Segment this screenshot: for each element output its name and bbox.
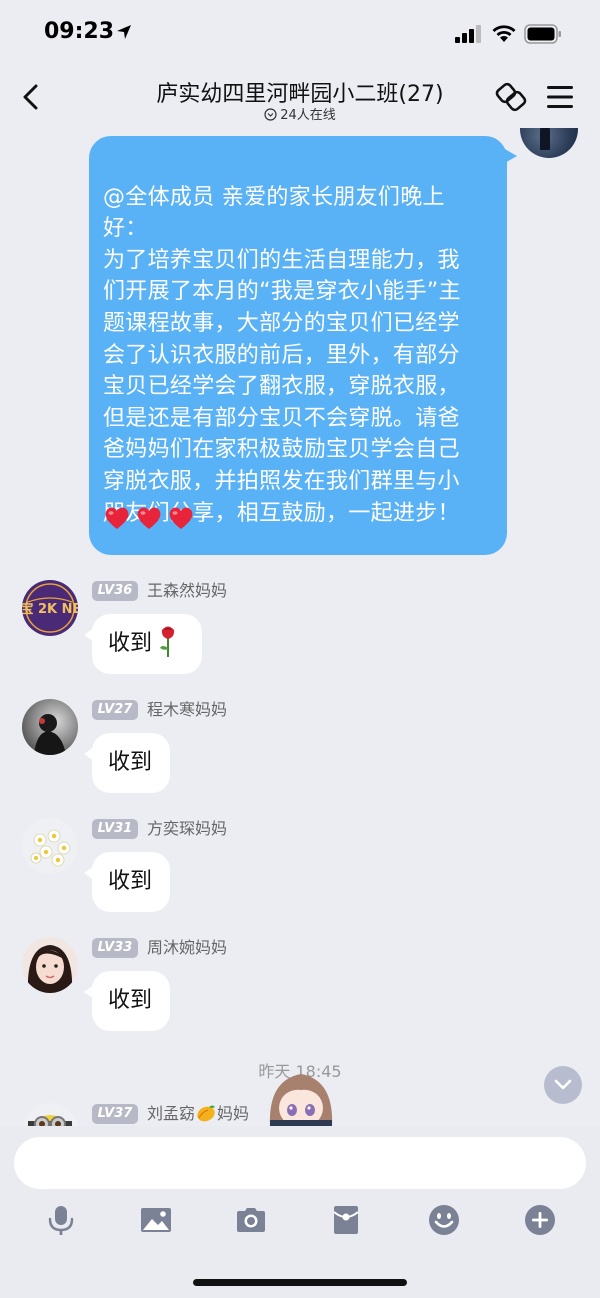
avatar[interactable] [22,818,78,874]
status-bar: 09:23 [0,0,600,66]
minion-avatar-icon [28,1115,72,1126]
heart-emoji-row [103,474,199,541]
red-heart-icon [169,507,193,530]
sender-name-prefix: 刘孟窈 [147,1104,196,1123]
anime-girl-sticker-icon[interactable] [266,1070,336,1126]
message-text: 收到 [108,631,153,656]
message-item: LV33 周沐婉妈妈 收到 [0,937,600,1047]
red-packet-icon[interactable] [330,1204,362,1236]
chevron-down-circle-icon [264,108,277,121]
sender-name[interactable]: 方奕琛妈妈 [147,819,227,839]
wifi-icon [492,25,516,42]
sender-name[interactable]: 王森然妈妈 [147,581,227,601]
self-message-bubble[interactable]: @全体成员 亲爱的家长朋友们晚上 好： 为了培养宝贝们的生活自理能力，我 们开展… [89,136,507,555]
menu-icon[interactable] [546,85,574,109]
scroll-to-bottom-button[interactable] [544,1066,582,1104]
sender-name[interactable]: 周沐婉妈妈 [147,938,227,958]
rose-icon [160,626,175,657]
message-bubble[interactable]: 收到 [92,852,170,912]
chevron-down-icon [554,1079,572,1090]
message-bubble[interactable]: 收到 [92,971,170,1031]
sender-name-suffix: 妈妈 [217,1104,250,1123]
emoji-icon[interactable] [428,1204,460,1236]
avatar-logo-text: 鹏宝 2K NBA [22,601,78,617]
avatar[interactable] [22,699,78,755]
battery-icon [524,24,561,44]
red-heart-icon [105,507,129,530]
level-badge: LV31 [92,819,138,839]
level-badge: LV33 [92,938,138,958]
red-heart-icon [137,507,161,530]
message-bubble[interactable]: 收到 [92,733,170,793]
level-badge: LV37 [92,1104,138,1124]
cellular-signal-icon [455,25,481,43]
sender-name[interactable]: 刘孟窈 妈妈 [147,1104,249,1124]
message-bubble[interactable]: 收到 [92,614,202,674]
message-item: LV31 方奕琛妈妈 收到 [0,818,600,928]
dark-portrait-avatar-icon [34,714,66,755]
status-time: 09:23 [44,19,115,44]
flowers-avatar-icon [30,829,71,867]
level-badge: LV27 [92,700,138,720]
image-icon[interactable] [140,1204,172,1236]
location-arrow-icon [117,25,131,39]
avatar[interactable] [22,937,78,993]
self-avatar[interactable] [520,128,578,158]
nba-logo-avatar-icon: 鹏宝 2K NBA [22,583,78,633]
camera-icon[interactable] [235,1204,267,1236]
avatar[interactable]: 鹏宝 2K NBA [22,580,78,636]
home-indicator[interactable] [193,1279,407,1286]
microphone-icon[interactable] [45,1204,77,1236]
input-area [0,1126,600,1298]
game-link-icon[interactable] [494,80,528,114]
message-input[interactable] [14,1137,586,1189]
sender-name[interactable]: 程木寒妈妈 [147,700,227,720]
avatar[interactable] [22,1103,78,1126]
woman-portrait-avatar-icon [27,945,73,993]
message-item: LV27 程木寒妈妈 收到 [0,699,600,809]
plus-icon[interactable] [524,1204,556,1236]
message-item: 鹏宝 2K NBA LV36 王森然妈妈 收到 [0,580,600,690]
mango-icon [197,1105,216,1122]
message-list[interactable]: @全体成员 亲爱的家长朋友们晚上 好： 为了培养宝贝们的生活自理能力，我 们开展… [0,128,600,1126]
chat-header: 庐实幼四里河畔园小二班(27) 24人在线 [0,66,600,128]
online-count-label: 24人在线 [280,108,336,123]
level-badge: LV36 [92,581,138,601]
